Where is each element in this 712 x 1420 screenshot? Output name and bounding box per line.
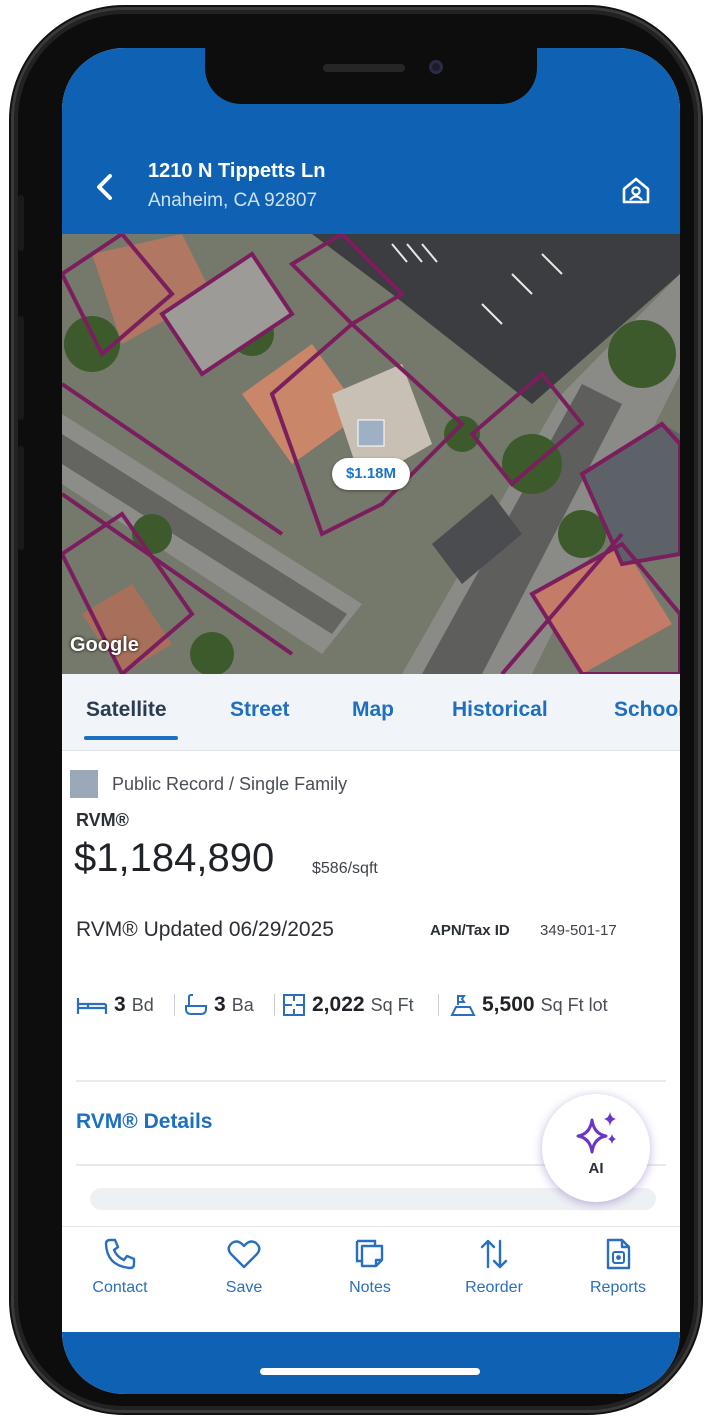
nav-save-label: Save xyxy=(225,1279,263,1296)
rvm-details-link[interactable]: RVM® Details xyxy=(76,1110,212,1134)
mute-switch xyxy=(18,195,24,251)
fact-living-area: 2,022 Sq Ft xyxy=(282,990,414,1020)
lot-size-unit: Sq Ft lot xyxy=(540,994,608,1015)
bedrooms-unit: Bd xyxy=(131,994,154,1015)
home-indicator[interactable] xyxy=(260,1368,480,1375)
heart-icon xyxy=(227,1240,261,1269)
rvm-label: RVM® xyxy=(76,810,129,830)
home-indicator-bar xyxy=(62,1332,680,1394)
tab-street[interactable]: Street xyxy=(230,698,290,722)
notes-icon xyxy=(355,1239,384,1268)
floorplan-icon xyxy=(283,994,305,1016)
home-icon[interactable] xyxy=(620,174,652,206)
bedrooms-value: 3 xyxy=(114,993,126,1016)
ai-assistant-button[interactable]: AI xyxy=(542,1094,650,1202)
tab-satellite[interactable]: Satellite xyxy=(86,698,167,722)
reorder-icon xyxy=(480,1239,508,1269)
front-camera xyxy=(429,60,443,74)
ai-label: AI xyxy=(588,1160,604,1177)
fact-separator xyxy=(174,994,175,1016)
active-tab-indicator xyxy=(84,736,178,740)
apn-label: APN/Tax ID xyxy=(430,922,510,939)
nav-reorder-label: Reorder xyxy=(465,1279,523,1296)
record-type-swatch xyxy=(70,770,98,798)
tab-schools[interactable]: Schools xyxy=(614,698,680,722)
satellite-map[interactable]: $1.18M Google xyxy=(62,234,680,674)
fact-lot-size: 5,500 Sq Ft lot xyxy=(450,990,608,1020)
screen: 1210 N Tippetts Ln Anaheim, CA 92807 $1.… xyxy=(62,48,680,1394)
fact-bedrooms: 3 Bd xyxy=(76,990,154,1020)
address-line-1: 1210 N Tippetts Ln xyxy=(148,160,326,182)
nav-reports-label: Reports xyxy=(589,1279,647,1296)
price-per-sqft: $586/sqft xyxy=(312,860,378,877)
bed-icon xyxy=(76,998,108,1014)
nav-contact[interactable]: Contact xyxy=(70,1237,170,1297)
tab-map[interactable]: Map xyxy=(352,698,394,722)
apn-value: 349-501-17 xyxy=(540,922,617,939)
nav-notes-label: Notes xyxy=(349,1279,391,1296)
nav-save[interactable]: Save xyxy=(194,1237,294,1297)
fact-bathrooms: 3 Ba xyxy=(184,990,254,1020)
sparkle-icon xyxy=(576,1112,616,1154)
lot-icon xyxy=(450,995,476,1016)
address-line-2: Anaheim, CA 92807 xyxy=(148,190,318,211)
nav-reports[interactable]: Reports xyxy=(568,1237,668,1297)
reports-icon xyxy=(606,1238,631,1270)
bathrooms-unit: Ba xyxy=(231,994,254,1015)
living-area-value: 2,022 xyxy=(312,993,365,1016)
bath-icon xyxy=(185,994,207,1015)
bottom-nav: Contact Save Notes Reorder Reports xyxy=(62,1226,680,1333)
price-pill[interactable]: $1.18M xyxy=(332,458,410,490)
rvm-updated-date: RVM® Updated 06/29/2025 xyxy=(76,918,334,941)
tab-historical[interactable]: Historical xyxy=(452,698,548,722)
nav-notes[interactable]: Notes xyxy=(320,1237,420,1297)
record-type-label: Public Record / Single Family xyxy=(112,774,348,794)
volume-down-button xyxy=(18,446,24,550)
divider xyxy=(76,1080,666,1082)
fact-separator xyxy=(274,994,275,1016)
lot-size-value: 5,500 xyxy=(482,993,535,1016)
rvm-value: $1,184,890 xyxy=(74,836,275,880)
volume-up-button xyxy=(18,316,24,420)
notch xyxy=(205,48,537,104)
fact-separator xyxy=(438,994,439,1016)
property-facts: 3 Bd 3 Ba 2,022 Sq Ft 5,500 Sq Ft lot xyxy=(76,990,676,1020)
nav-reorder[interactable]: Reorder xyxy=(444,1237,544,1297)
chevron-left-icon[interactable] xyxy=(90,170,120,204)
speaker-grille xyxy=(323,64,405,72)
living-area-unit: Sq Ft xyxy=(370,994,414,1015)
view-tabs: Satellite Street Map Historical Schools xyxy=(62,674,680,751)
bathrooms-value: 3 xyxy=(214,993,226,1016)
google-attribution: Google xyxy=(70,634,139,656)
nav-contact-label: Contact xyxy=(92,1279,148,1296)
phone-icon xyxy=(104,1238,136,1270)
